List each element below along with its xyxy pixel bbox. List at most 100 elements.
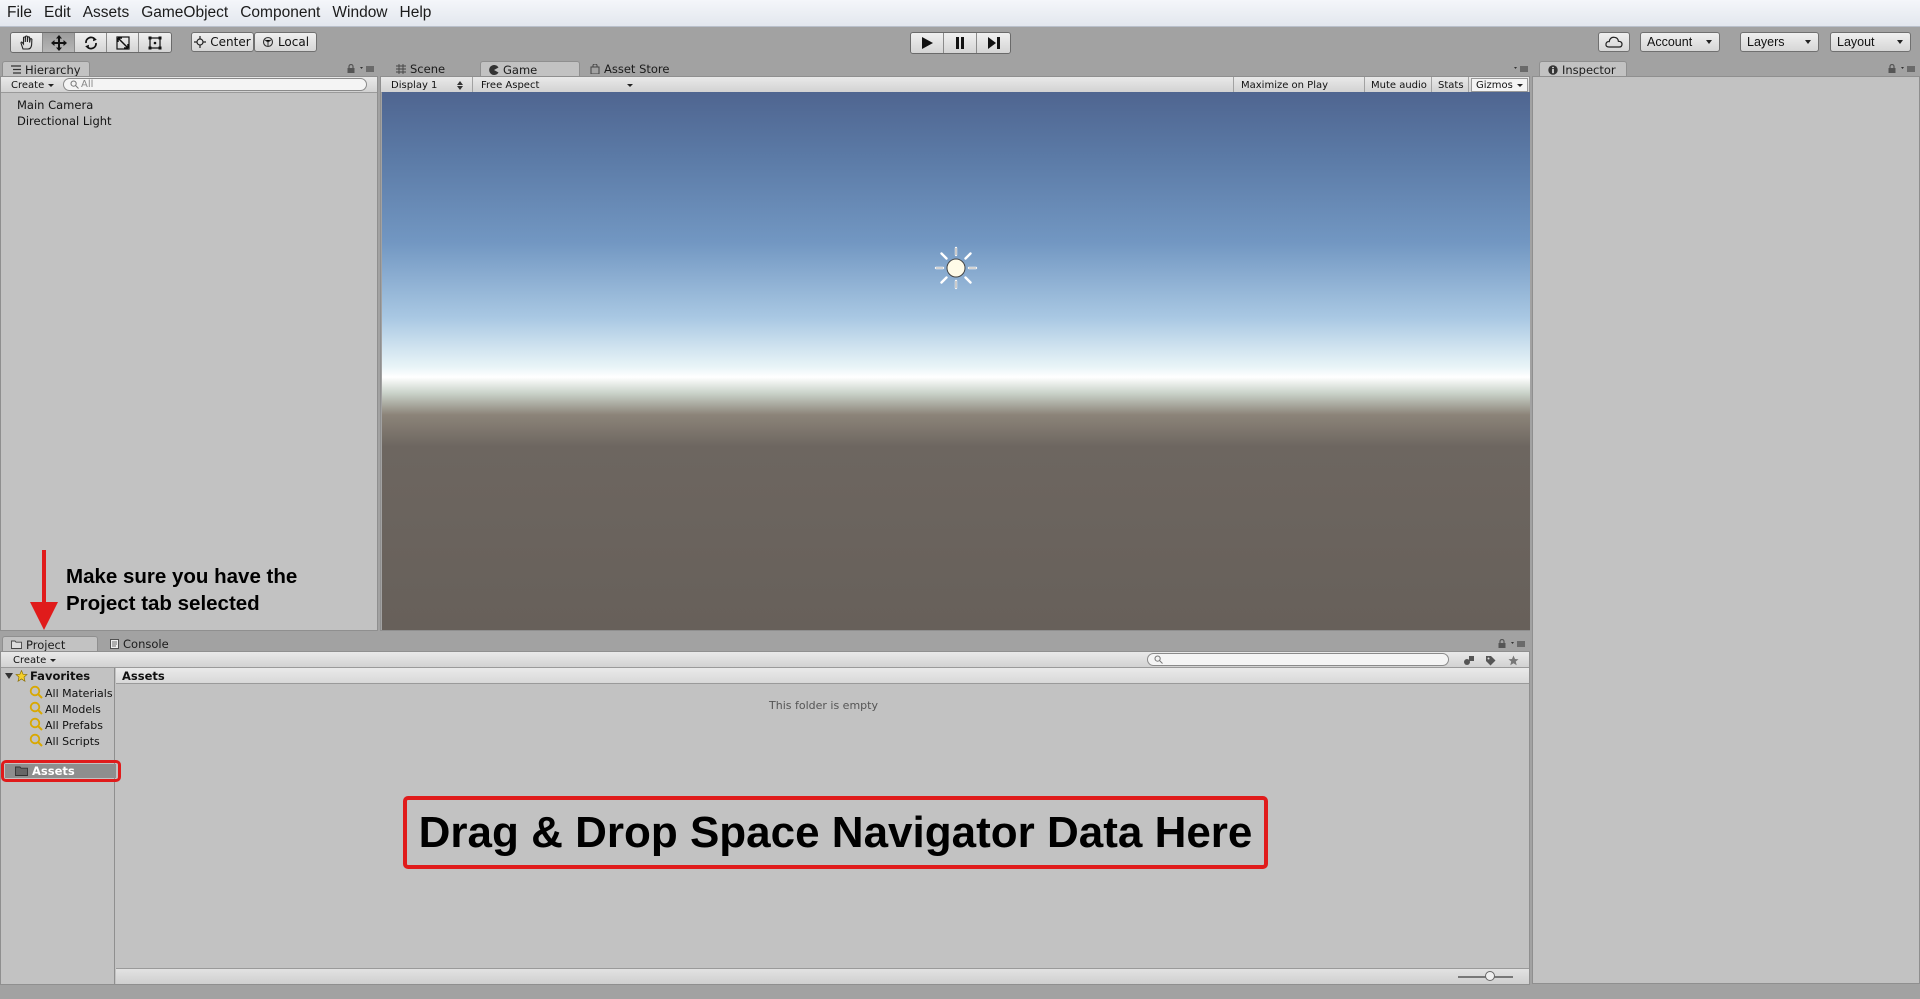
game-view-toolbar: Display 1 Free Aspect Maximize on Play M… xyxy=(381,77,1529,93)
rotate-icon xyxy=(84,36,97,49)
collab-cloud-button[interactable] xyxy=(1598,32,1630,52)
move-icon xyxy=(50,34,67,51)
hierarchy-search-input[interactable]: All xyxy=(63,78,367,91)
step-button[interactable] xyxy=(977,33,1010,53)
maximize-on-play-toggle[interactable]: Maximize on Play xyxy=(1237,78,1332,92)
project-folder-tree: Favorites All Materials All Models All P… xyxy=(1,668,121,984)
hierarchy-item-main-camera[interactable]: Main Camera xyxy=(17,98,93,112)
drop-zone[interactable]: Drag & Drop Space Navigator Data Here xyxy=(403,796,1268,869)
search-icon xyxy=(29,685,43,702)
pivot-center-button[interactable]: Center xyxy=(191,32,254,52)
inspector-tabstrip: Inspector xyxy=(1532,59,1920,77)
project-create-dropdown[interactable]: Create xyxy=(9,653,60,667)
chevron-down-icon xyxy=(1897,40,1903,44)
favorite-all-prefabs[interactable]: All Prefabs xyxy=(29,717,103,734)
cloud-icon xyxy=(1605,36,1623,48)
favorite-all-scripts[interactable]: All Scripts xyxy=(29,733,100,750)
search-icon xyxy=(29,717,43,734)
slider-thumb[interactable] xyxy=(1485,971,1495,981)
play-icon xyxy=(922,37,933,49)
menu-edit[interactable]: Edit xyxy=(39,4,76,22)
menu-file[interactable]: File xyxy=(2,4,37,22)
tab-asset-store[interactable]: Asset Store xyxy=(582,61,678,77)
transform-tools xyxy=(10,32,172,53)
down-arrow-annotation-icon xyxy=(30,550,58,630)
tab-project[interactable]: Project xyxy=(2,636,98,652)
lock-icon[interactable] xyxy=(1498,639,1506,648)
label-tag-icon[interactable] xyxy=(1485,655,1496,666)
hand-tool-button[interactable] xyxy=(11,33,43,52)
panel-menu-icon[interactable] xyxy=(1514,66,1528,72)
favorite-all-models[interactable]: All Models xyxy=(29,701,101,718)
rect-tool-button[interactable] xyxy=(139,33,171,52)
aspect-dropdown[interactable]: Free Aspect xyxy=(477,78,637,92)
panel-menu-icon[interactable] xyxy=(1901,66,1915,72)
hierarchy-toolbar: Create All xyxy=(1,77,377,93)
gizmos-dropdown[interactable]: Gizmos xyxy=(1471,78,1528,92)
panel-menu-icon[interactable] xyxy=(1511,641,1525,647)
center-tabstrip: Scene Game Asset Store xyxy=(380,59,1530,77)
tab-scene[interactable]: Scene xyxy=(388,61,453,77)
menu-assets[interactable]: Assets xyxy=(78,4,135,22)
layers-label: Layers xyxy=(1747,35,1785,49)
layout-dropdown[interactable]: Layout xyxy=(1830,32,1911,52)
play-button[interactable] xyxy=(911,33,944,53)
favorite-all-materials[interactable]: All Materials xyxy=(29,685,113,702)
rect-transform-icon xyxy=(148,36,162,49)
lock-icon[interactable] xyxy=(1888,64,1896,73)
project-tab-note-line2: Project tab selected xyxy=(66,592,260,615)
list-icon xyxy=(11,65,21,74)
pivot-local-button[interactable]: Local xyxy=(254,32,317,52)
project-search-input[interactable] xyxy=(1147,653,1449,666)
panel-menu-icon[interactable] xyxy=(360,66,374,72)
menu-help[interactable]: Help xyxy=(395,4,437,22)
pause-button[interactable] xyxy=(944,33,977,53)
menu-window[interactable]: Window xyxy=(327,4,392,22)
hierarchy-item-directional-light[interactable]: Directional Light xyxy=(17,114,112,128)
pause-icon xyxy=(956,37,964,49)
menu-gameobject[interactable]: GameObject xyxy=(136,4,233,22)
toolbar-separator xyxy=(1431,77,1432,93)
project-tab-note-line1: Make sure you have the xyxy=(66,565,298,588)
search-icon xyxy=(29,733,43,750)
aspect-label: Free Aspect xyxy=(481,79,540,91)
mute-audio-toggle[interactable]: Mute audio xyxy=(1367,78,1431,92)
display-label: Display 1 xyxy=(391,79,438,91)
sun-icon xyxy=(934,246,978,290)
info-icon xyxy=(1548,64,1558,75)
tab-inspector[interactable]: Inspector xyxy=(1539,61,1627,77)
scale-tool-button[interactable] xyxy=(107,33,139,52)
playback-controls xyxy=(910,32,1011,54)
pacman-icon xyxy=(489,64,499,75)
account-dropdown[interactable]: Account xyxy=(1640,32,1720,52)
favorites-header[interactable]: Favorites xyxy=(5,669,90,683)
breadcrumb[interactable]: Assets xyxy=(116,668,1529,684)
project-bottom-bar xyxy=(116,968,1529,984)
game-viewport[interactable] xyxy=(382,92,1530,630)
rotate-tool-button[interactable] xyxy=(75,33,107,52)
inspector-tab-label: Inspector xyxy=(1562,62,1616,77)
favorite-label: All Models xyxy=(45,703,101,716)
tab-console[interactable]: Console xyxy=(102,636,177,652)
status-bar xyxy=(0,985,1920,999)
display-dropdown[interactable]: Display 1 xyxy=(387,78,467,92)
lock-icon[interactable] xyxy=(347,64,355,73)
hierarchy-create-dropdown[interactable]: Create xyxy=(7,78,58,92)
hierarchy-tab-label: Hierarchy xyxy=(25,62,81,77)
tab-hierarchy[interactable]: Hierarchy xyxy=(2,61,90,77)
game-tab-label: Game xyxy=(503,62,538,77)
menu-component[interactable]: Component xyxy=(235,4,325,22)
shopping-bag-icon xyxy=(590,64,600,74)
star-icon[interactable] xyxy=(1508,655,1519,666)
move-tool-button[interactable] xyxy=(43,33,75,52)
console-icon xyxy=(110,639,119,649)
chevron-down-icon xyxy=(50,658,57,662)
stats-toggle[interactable]: Stats xyxy=(1434,78,1468,92)
up-down-arrows-icon xyxy=(457,80,463,90)
search-by-type-icon[interactable] xyxy=(1463,655,1475,666)
search-icon xyxy=(29,701,43,718)
tab-game[interactable]: Game xyxy=(480,61,580,77)
favorite-label: All Materials xyxy=(45,687,113,700)
layers-dropdown[interactable]: Layers xyxy=(1740,32,1819,52)
project-tabstrip: Project Console xyxy=(0,634,1530,652)
